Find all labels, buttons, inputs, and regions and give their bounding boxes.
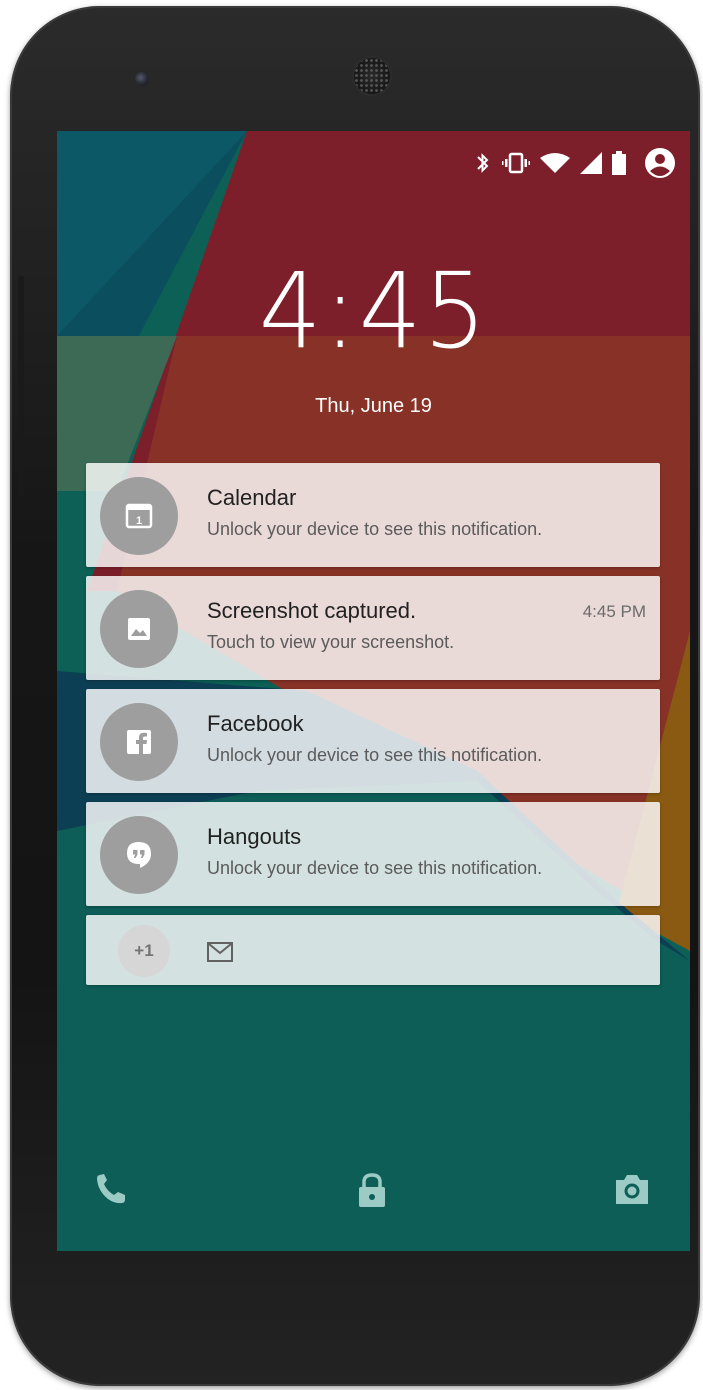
battery-icon bbox=[612, 151, 626, 175]
facebook-icon bbox=[100, 703, 178, 781]
svg-text:1: 1 bbox=[136, 515, 142, 527]
notification-time: 4:45 PM bbox=[582, 602, 646, 621]
notification-title: Facebook bbox=[207, 711, 304, 736]
lock-screen: 4:45 Thu, June 19 1 Calendar Unlock your… bbox=[57, 131, 690, 1251]
notification-list: 1 Calendar Unlock your device to see thi… bbox=[86, 463, 660, 985]
calendar-icon: 1 bbox=[100, 477, 178, 555]
lock-date: Thu, June 19 bbox=[315, 395, 432, 417]
front-camera bbox=[135, 72, 149, 86]
notification-text: Unlock your device to see this notificat… bbox=[207, 858, 543, 878]
status-bar bbox=[474, 143, 676, 183]
image-icon bbox=[100, 590, 178, 668]
notification-overflow[interactable]: +1 bbox=[86, 915, 660, 985]
gmail-icon bbox=[207, 942, 233, 962]
notification-screenshot[interactable]: Screenshot captured. Touch to view your … bbox=[86, 576, 660, 680]
notification-facebook[interactable]: Facebook Unlock your device to see this … bbox=[86, 689, 660, 793]
bluetooth-icon bbox=[477, 153, 489, 173]
notification-calendar[interactable]: 1 Calendar Unlock your device to see thi… bbox=[86, 463, 660, 567]
camera-icon[interactable] bbox=[613, 1171, 651, 1207]
overflow-count-badge: +1 bbox=[118, 925, 170, 977]
notification-text: Touch to view your screenshot. bbox=[207, 632, 455, 652]
phone-icon[interactable] bbox=[93, 1171, 129, 1207]
user-account-icon[interactable] bbox=[644, 147, 676, 179]
notification-hangouts[interactable]: Hangouts Unlock your device to see this … bbox=[86, 802, 660, 906]
power-button bbox=[18, 276, 24, 496]
notification-title: Hangouts bbox=[207, 824, 302, 849]
phone-body: 4:45 Thu, June 19 1 Calendar Unlock your… bbox=[10, 6, 700, 1386]
wifi-icon bbox=[540, 153, 570, 173]
notification-title: Screenshot captured. bbox=[207, 598, 417, 623]
cell-signal-icon bbox=[580, 152, 602, 174]
lock-icon[interactable] bbox=[354, 1171, 390, 1211]
vibrate-icon bbox=[502, 152, 530, 174]
notification-text: Unlock your device to see this notificat… bbox=[207, 519, 543, 539]
earpiece-speaker bbox=[354, 58, 390, 94]
notification-title: Calendar bbox=[207, 485, 297, 510]
lock-clock: 4:45 bbox=[258, 250, 489, 372]
notification-text: Unlock your device to see this notificat… bbox=[207, 745, 543, 765]
hangouts-icon bbox=[100, 816, 178, 894]
